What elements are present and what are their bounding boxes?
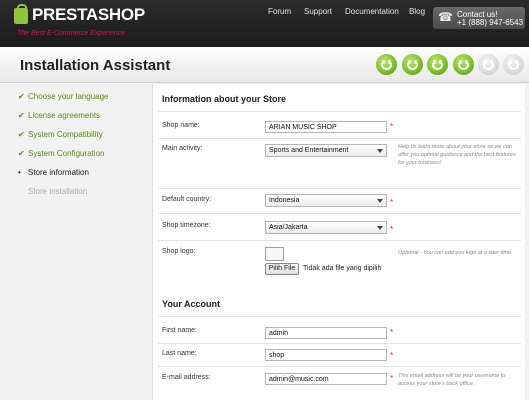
checkmark-icon: ✔: [18, 149, 25, 158]
first-name-input[interactable]: admin: [265, 327, 387, 339]
divider: [158, 138, 521, 139]
smiley-icon: [427, 54, 448, 75]
divider: [158, 188, 521, 189]
required-mark: *: [390, 122, 394, 131]
smiley-icon: [453, 54, 474, 75]
nav-support[interactable]: Support: [304, 7, 332, 16]
divider: [158, 316, 521, 317]
shop-name-label: Shop name:: [162, 122, 200, 129]
email-hint: This email address will be your username…: [398, 373, 506, 387]
step-system-configuration[interactable]: ✔ System Configuration: [18, 149, 104, 158]
contact-phone: +1 (888) 947-6543: [457, 18, 524, 27]
divider: [158, 111, 521, 112]
timezone-select[interactable]: Asia/Jakarta: [265, 221, 387, 234]
step-store-information: • Store information: [18, 168, 89, 177]
nav-blog[interactable]: Blog: [409, 7, 425, 16]
required-mark: *: [390, 198, 394, 207]
shopping-bag-icon: [14, 4, 28, 24]
main-activity-hint: Help us learn more about your store so w…: [398, 144, 516, 166]
chevron-down-icon: [377, 226, 383, 230]
divider: [158, 343, 521, 344]
main-activity-label: Main activity:: [162, 145, 203, 152]
step-store-installation: Store installation: [28, 187, 88, 196]
last-name-label: Last name:: [162, 350, 197, 357]
main-activity-select[interactable]: Sports and Entertainment: [265, 144, 387, 157]
store-section-heading: Information about your Store: [162, 94, 287, 104]
smiley-icon: [402, 54, 423, 75]
email-input[interactable]: admin@music.com: [265, 373, 387, 385]
checkmark-icon: ✔: [18, 130, 25, 139]
step-choose-language[interactable]: ✔ Choose your language: [18, 92, 109, 101]
shop-name-input[interactable]: ARIAN MUSIC SHOP: [265, 121, 387, 133]
phone-icon: ☎: [438, 10, 453, 24]
choose-file-button[interactable]: Pilih File: [265, 263, 299, 275]
logo-label: Shop logo:: [162, 248, 196, 255]
logo-image-placeholder: [265, 247, 284, 261]
required-mark: *: [390, 351, 394, 360]
required-mark: *: [390, 328, 394, 337]
nav-documentation[interactable]: Documentation: [345, 7, 399, 16]
smiley-icon: [376, 54, 397, 75]
divider: [158, 240, 521, 241]
logo-text: PRESTASHOP: [32, 5, 145, 24]
form-panel: Information about your Store Shop name: …: [152, 84, 525, 400]
smiley-icon: [478, 54, 499, 75]
file-status: Tidak ada file yang dipilih: [303, 265, 382, 272]
top-header: PRESTASHOP The Best E-Commerce Experienc…: [0, 0, 529, 47]
smiley-icon: [503, 54, 524, 75]
logo-hint: Optional - You can add you logo at a lat…: [398, 250, 513, 256]
chevron-down-icon: [377, 199, 383, 203]
divider: [158, 366, 521, 367]
country-select[interactable]: Indonesia: [265, 194, 387, 207]
email-label: E-mail address:: [162, 374, 211, 381]
step-system-compatibility[interactable]: ✔ System Compatibility: [18, 130, 103, 139]
account-section-heading: Your Account: [162, 299, 220, 309]
required-mark: *: [390, 374, 394, 383]
checkmark-icon: ✔: [18, 92, 25, 101]
first-name-label: First name:: [162, 327, 198, 334]
country-label: Default country:: [162, 196, 212, 203]
required-mark: *: [390, 225, 394, 234]
chevron-down-icon: [377, 149, 383, 153]
checkmark-icon: ✔: [18, 111, 25, 120]
steps-sidebar: ✔ Choose your language ✔ License agreement…: [0, 84, 150, 400]
contact-button[interactable]: ☎ Contact us! +1 (888) 947-6543: [433, 7, 525, 29]
title-band: Installation Assistant: [0, 47, 529, 83]
logo-tagline: The Best E-Commerce Experience: [17, 30, 126, 37]
page-title: Installation Assistant: [20, 57, 171, 74]
bullet-icon: •: [18, 168, 21, 177]
step-license[interactable]: ✔ License agreements: [18, 111, 100, 120]
divider: [158, 213, 521, 214]
prestashop-logo[interactable]: PRESTASHOP The Best E-Commerce Experienc…: [14, 4, 145, 41]
nav-forum[interactable]: Forum: [268, 7, 291, 16]
timezone-label: Shop timezone:: [162, 222, 211, 229]
last-name-input[interactable]: shop: [265, 349, 387, 361]
